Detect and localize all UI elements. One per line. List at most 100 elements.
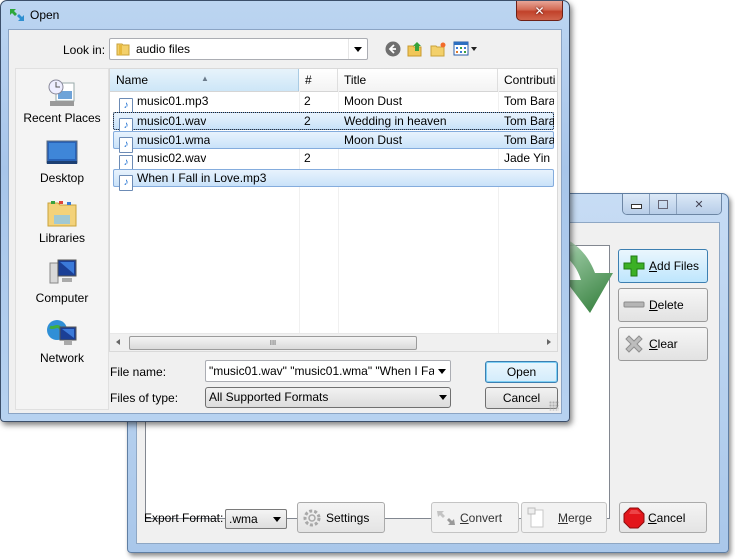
file-name: music01.wma <box>137 133 211 147</box>
place-computer[interactable]: Computer <box>16 257 108 305</box>
new-folder-button[interactable] <box>429 40 447 58</box>
dialog-cancel-button[interactable]: Cancel <box>485 387 558 409</box>
audio-file-icon: ♪ <box>119 175 133 191</box>
column-header-contributing-artists[interactable]: Contributi <box>498 69 557 91</box>
window-controls: ✕ <box>622 194 722 215</box>
minimize-button[interactable] <box>623 194 650 214</box>
up-folder-button[interactable] <box>406 40 424 58</box>
resize-grip[interactable] <box>549 401 559 411</box>
cancel-accel: C <box>648 510 657 525</box>
add-files-button[interactable]: Add Files <box>618 249 708 283</box>
look-in-label: Look in: <box>63 43 106 57</box>
file-title: Moon Dust <box>344 94 403 108</box>
maximize-button[interactable] <box>650 194 677 214</box>
up-folder-icon <box>407 42 422 57</box>
clear-label: lear <box>657 337 678 351</box>
cancel-button[interactable]: Cancel <box>619 502 707 533</box>
app-icon <box>10 9 24 21</box>
file-row[interactable]: ♪ When I Fall in Love.mp3 <box>113 169 554 191</box>
horizontal-scrollbar[interactable]: III <box>110 333 557 351</box>
file-title: Wedding in heaven <box>344 114 447 128</box>
x-icon <box>619 333 649 355</box>
merge-accel: M <box>558 510 568 525</box>
place-label: Desktop <box>39 171 85 185</box>
convert-accel: C <box>460 510 469 525</box>
file-name: music01.mp3 <box>137 94 209 108</box>
file-name-label: File name: <box>110 365 167 379</box>
cancel-label: ancel <box>656 510 686 525</box>
place-label: Recent Places <box>23 111 101 125</box>
file-row[interactable]: ♪music01.mp3 2 Moon Dust Tom Barab <box>113 93 554 114</box>
computer-icon <box>49 259 77 284</box>
close-icon: ✕ <box>534 3 545 18</box>
close-icon: ✕ <box>694 197 704 211</box>
convert-button[interactable]: Convert <box>431 502 519 533</box>
folder-icon <box>116 43 130 56</box>
dialog-close-button[interactable]: ✕ <box>516 1 563 21</box>
chevron-down-icon <box>354 46 362 52</box>
column-header-number[interactable]: # <box>299 69 338 91</box>
back-button[interactable] <box>384 40 402 58</box>
merge-button[interactable]: Merge <box>521 502 607 533</box>
file-number: 2 <box>304 114 311 128</box>
file-name: music02.wav <box>137 151 207 165</box>
libraries-icon <box>47 201 77 227</box>
file-title: Moon Dust <box>344 133 403 147</box>
view-menu-button[interactable] <box>453 40 479 58</box>
scroll-right-icon[interactable] <box>547 339 551 345</box>
look-in-value: audio files <box>136 42 191 56</box>
place-network[interactable]: Network <box>16 317 108 365</box>
file-type-label: Files of type: <box>110 391 179 405</box>
place-libraries[interactable]: Libraries <box>16 197 108 245</box>
file-number: 2 <box>304 94 311 108</box>
place-label: Computer <box>35 291 89 305</box>
scroll-left-icon[interactable] <box>116 339 120 345</box>
sort-ascending-icon: ▲ <box>201 74 209 83</box>
dialog-title: Open <box>30 8 60 22</box>
delete-button[interactable]: Delete <box>618 288 708 322</box>
file-type-select[interactable]: All Supported Formats <box>205 387 451 408</box>
settings-label: Settings <box>326 510 370 525</box>
dialog-body: Look in: audio files Recent Places Deskt… <box>8 29 562 414</box>
open-button[interactable]: Open <box>485 361 558 383</box>
convert-label: onvert <box>468 510 503 525</box>
column-header-name[interactable]: ▲ Name <box>110 69 299 91</box>
file-name-input[interactable]: "music01.wav" "music01.wma" "When I Fall… <box>205 360 451 382</box>
view-menu-icon <box>453 41 477 56</box>
settings-button[interactable]: Settings <box>297 502 385 533</box>
convert-icon <box>432 509 460 527</box>
look-in-select[interactable]: audio files <box>109 38 368 60</box>
gear-icon <box>298 508 326 528</box>
column-header-title[interactable]: Title <box>338 69 498 91</box>
place-recent-places[interactable]: Recent Places <box>16 77 108 125</box>
clear-accel: C <box>649 337 658 351</box>
file-row[interactable]: ♪ music01.wav 2 Wedding in heaven Tom Bar… <box>113 112 554 134</box>
clear-button[interactable]: Clear <box>618 327 708 361</box>
desktop-icon <box>46 140 78 164</box>
file-type-value: All Supported Formats <box>209 390 329 404</box>
network-icon <box>47 320 77 345</box>
merge-label: erge <box>568 510 593 525</box>
stop-icon <box>620 507 648 529</box>
back-icon <box>385 41 401 57</box>
file-row[interactable]: ♪ music02.wav 2 Jade Yin <box>113 150 554 171</box>
merge-icon <box>522 507 550 529</box>
open-dialog: Open ✕ Look in: audio files Recent Place… <box>0 0 570 422</box>
place-desktop[interactable]: Desktop <box>16 137 108 185</box>
export-format-label: Export Format: <box>144 511 224 525</box>
file-number: 2 <box>304 151 311 165</box>
file-contributor: Jade Yin <box>504 151 551 165</box>
file-list-header: ▲ Name # Title Contributi <box>110 69 557 92</box>
place-label: Libraries <box>38 231 86 245</box>
add-files-label: dd Files <box>657 259 700 273</box>
converter-bottom-bar: Export Format: .wma Settings Convert Mer… <box>137 499 719 543</box>
close-button[interactable]: ✕ <box>677 194 721 214</box>
file-name-value: "music01.wav" "music01.wma" "When I Fall… <box>209 364 451 378</box>
file-row[interactable]: ♪music01.wma Moon Dust Tom Barab <box>113 131 554 153</box>
scrollbar-thumb[interactable]: III <box>129 336 417 350</box>
file-name: When I Fall in Love.mp3 <box>137 171 267 185</box>
export-format-select[interactable]: .wma <box>225 509 287 529</box>
place-label: Network <box>39 351 84 365</box>
chevron-down-icon <box>273 517 281 522</box>
delete-accel: D <box>649 298 658 312</box>
